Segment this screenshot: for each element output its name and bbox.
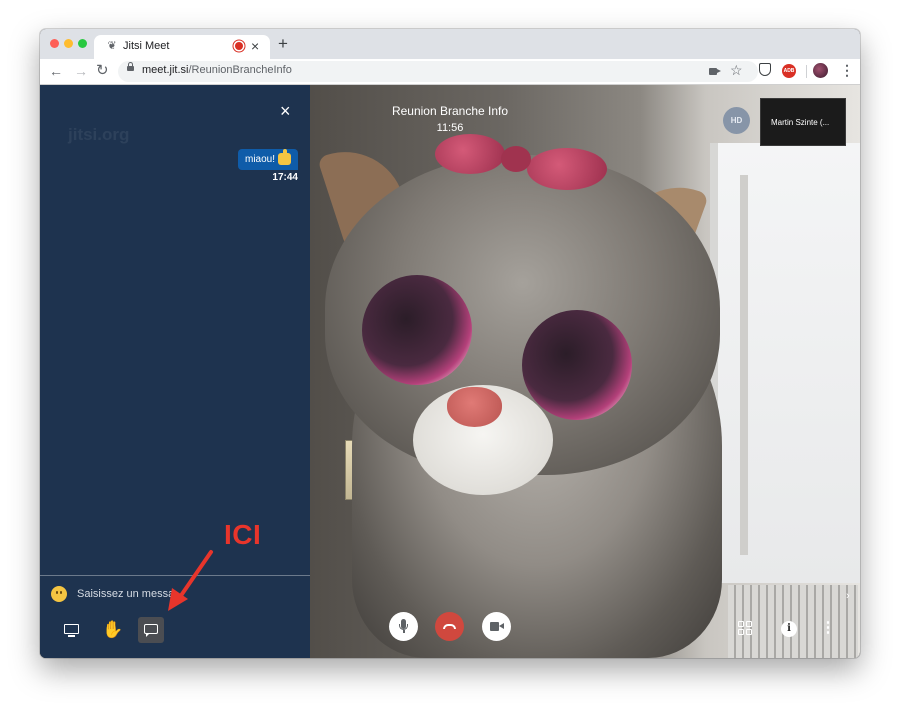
conference-title: Reunion Branche Info <box>391 104 509 118</box>
phone-hangup-icon <box>443 624 456 629</box>
hangup-button[interactable] <box>435 612 464 641</box>
browser-toolbar: ← → ↻ meet.jit.si/ReunionBrancheInfo ☆ A… <box>40 59 860 85</box>
info-icon: i <box>781 621 797 637</box>
address-bar[interactable]: meet.jit.si/ReunionBrancheInfo ☆ <box>118 61 758 82</box>
chat-message-time: 17:44 <box>272 172 298 183</box>
jitsi-favicon-icon: ❦ <box>107 40 117 52</box>
plush-cat-eye-left <box>362 275 472 385</box>
video-quality-badge[interactable]: HD <box>723 107 750 134</box>
window-close-button[interactable] <box>50 39 59 48</box>
plush-cat-nose <box>447 387 502 427</box>
chat-sidebar: jitsi.org × miaou! 17:44 Saisissez un me… <box>40 85 310 658</box>
chat-message: miaou! <box>237 149 298 170</box>
plush-cat-bow <box>435 130 607 190</box>
emoji-picker-icon[interactable] <box>51 586 67 602</box>
window-maximize-button[interactable] <box>78 39 87 48</box>
more-actions-button[interactable]: ⋮ <box>815 617 841 643</box>
browser-window: ❦ Jitsi Meet × + ← → ↻ meet.jit.si/Reuni… <box>40 29 860 658</box>
lock-icon[interactable] <box>127 62 134 71</box>
camera-in-use-icon[interactable] <box>709 68 721 75</box>
browser-tab[interactable]: ❦ Jitsi Meet × <box>94 35 270 59</box>
chat-message-input[interactable]: Saisissez un message <box>77 588 175 600</box>
room-window-frame <box>740 175 748 555</box>
tile-view-button[interactable] <box>734 617 760 643</box>
screen-share-button[interactable] <box>59 617 85 643</box>
tab-strip: ❦ Jitsi Meet × + <box>40 29 860 59</box>
video-camera-icon <box>490 622 499 631</box>
screen-share-icon <box>64 624 79 634</box>
reload-button[interactable]: ↻ <box>96 62 109 80</box>
microphone-button[interactable] <box>389 612 418 641</box>
annotation-label: ICI <box>224 519 262 550</box>
plush-cat-eye-right <box>522 310 632 420</box>
tile-view-icon <box>738 621 744 627</box>
raise-hand-button[interactable]: ✋ <box>100 617 126 643</box>
thumbs-up-icon <box>278 149 291 166</box>
bookmark-star-icon[interactable]: ☆ <box>730 62 743 79</box>
forward-button[interactable]: → <box>74 62 88 80</box>
chat-toggle-button[interactable] <box>138 617 164 643</box>
profile-avatar[interactable] <box>813 63 828 78</box>
chat-close-button[interactable]: × <box>280 102 291 120</box>
browser-menu-icon[interactable]: ⋮ <box>840 62 854 78</box>
recording-indicator-icon <box>235 42 243 50</box>
camera-button[interactable] <box>482 612 511 641</box>
url-text[interactable]: meet.jit.si/ReunionBrancheInfo <box>142 64 292 76</box>
tab-title: Jitsi Meet <box>123 40 170 52</box>
jitsi-watermark: jitsi.org <box>68 125 130 144</box>
conference-timer: 11:56 <box>436 122 464 134</box>
chat-message-text: miaou! <box>244 154 275 165</box>
url-path: /ReunionBrancheInfo <box>188 64 292 76</box>
toolbar-divider <box>806 65 807 78</box>
back-button[interactable]: ← <box>49 62 63 80</box>
meeting-stage: jitsi.org × miaou! 17:44 Saisissez un me… <box>40 85 860 658</box>
window-minimize-button[interactable] <box>64 39 73 48</box>
url-host: meet.jit.si <box>142 64 189 76</box>
privacy-shield-icon[interactable] <box>759 63 771 76</box>
room-window-image <box>710 143 860 583</box>
filmstrip-toggle-icon[interactable]: › <box>846 590 850 602</box>
participant-thumbnail[interactable]: Martin Szinte (... <box>760 98 846 146</box>
info-button[interactable]: i <box>777 618 803 644</box>
adblock-extension-icon[interactable]: ADB <box>782 64 796 78</box>
chat-input-area: Saisissez un message <box>40 575 310 613</box>
participant-name: Martin Szinte (... <box>771 118 830 127</box>
tab-close-button[interactable]: × <box>251 38 259 54</box>
new-tab-button[interactable]: + <box>278 35 288 53</box>
main-video[interactable] <box>310 85 860 658</box>
